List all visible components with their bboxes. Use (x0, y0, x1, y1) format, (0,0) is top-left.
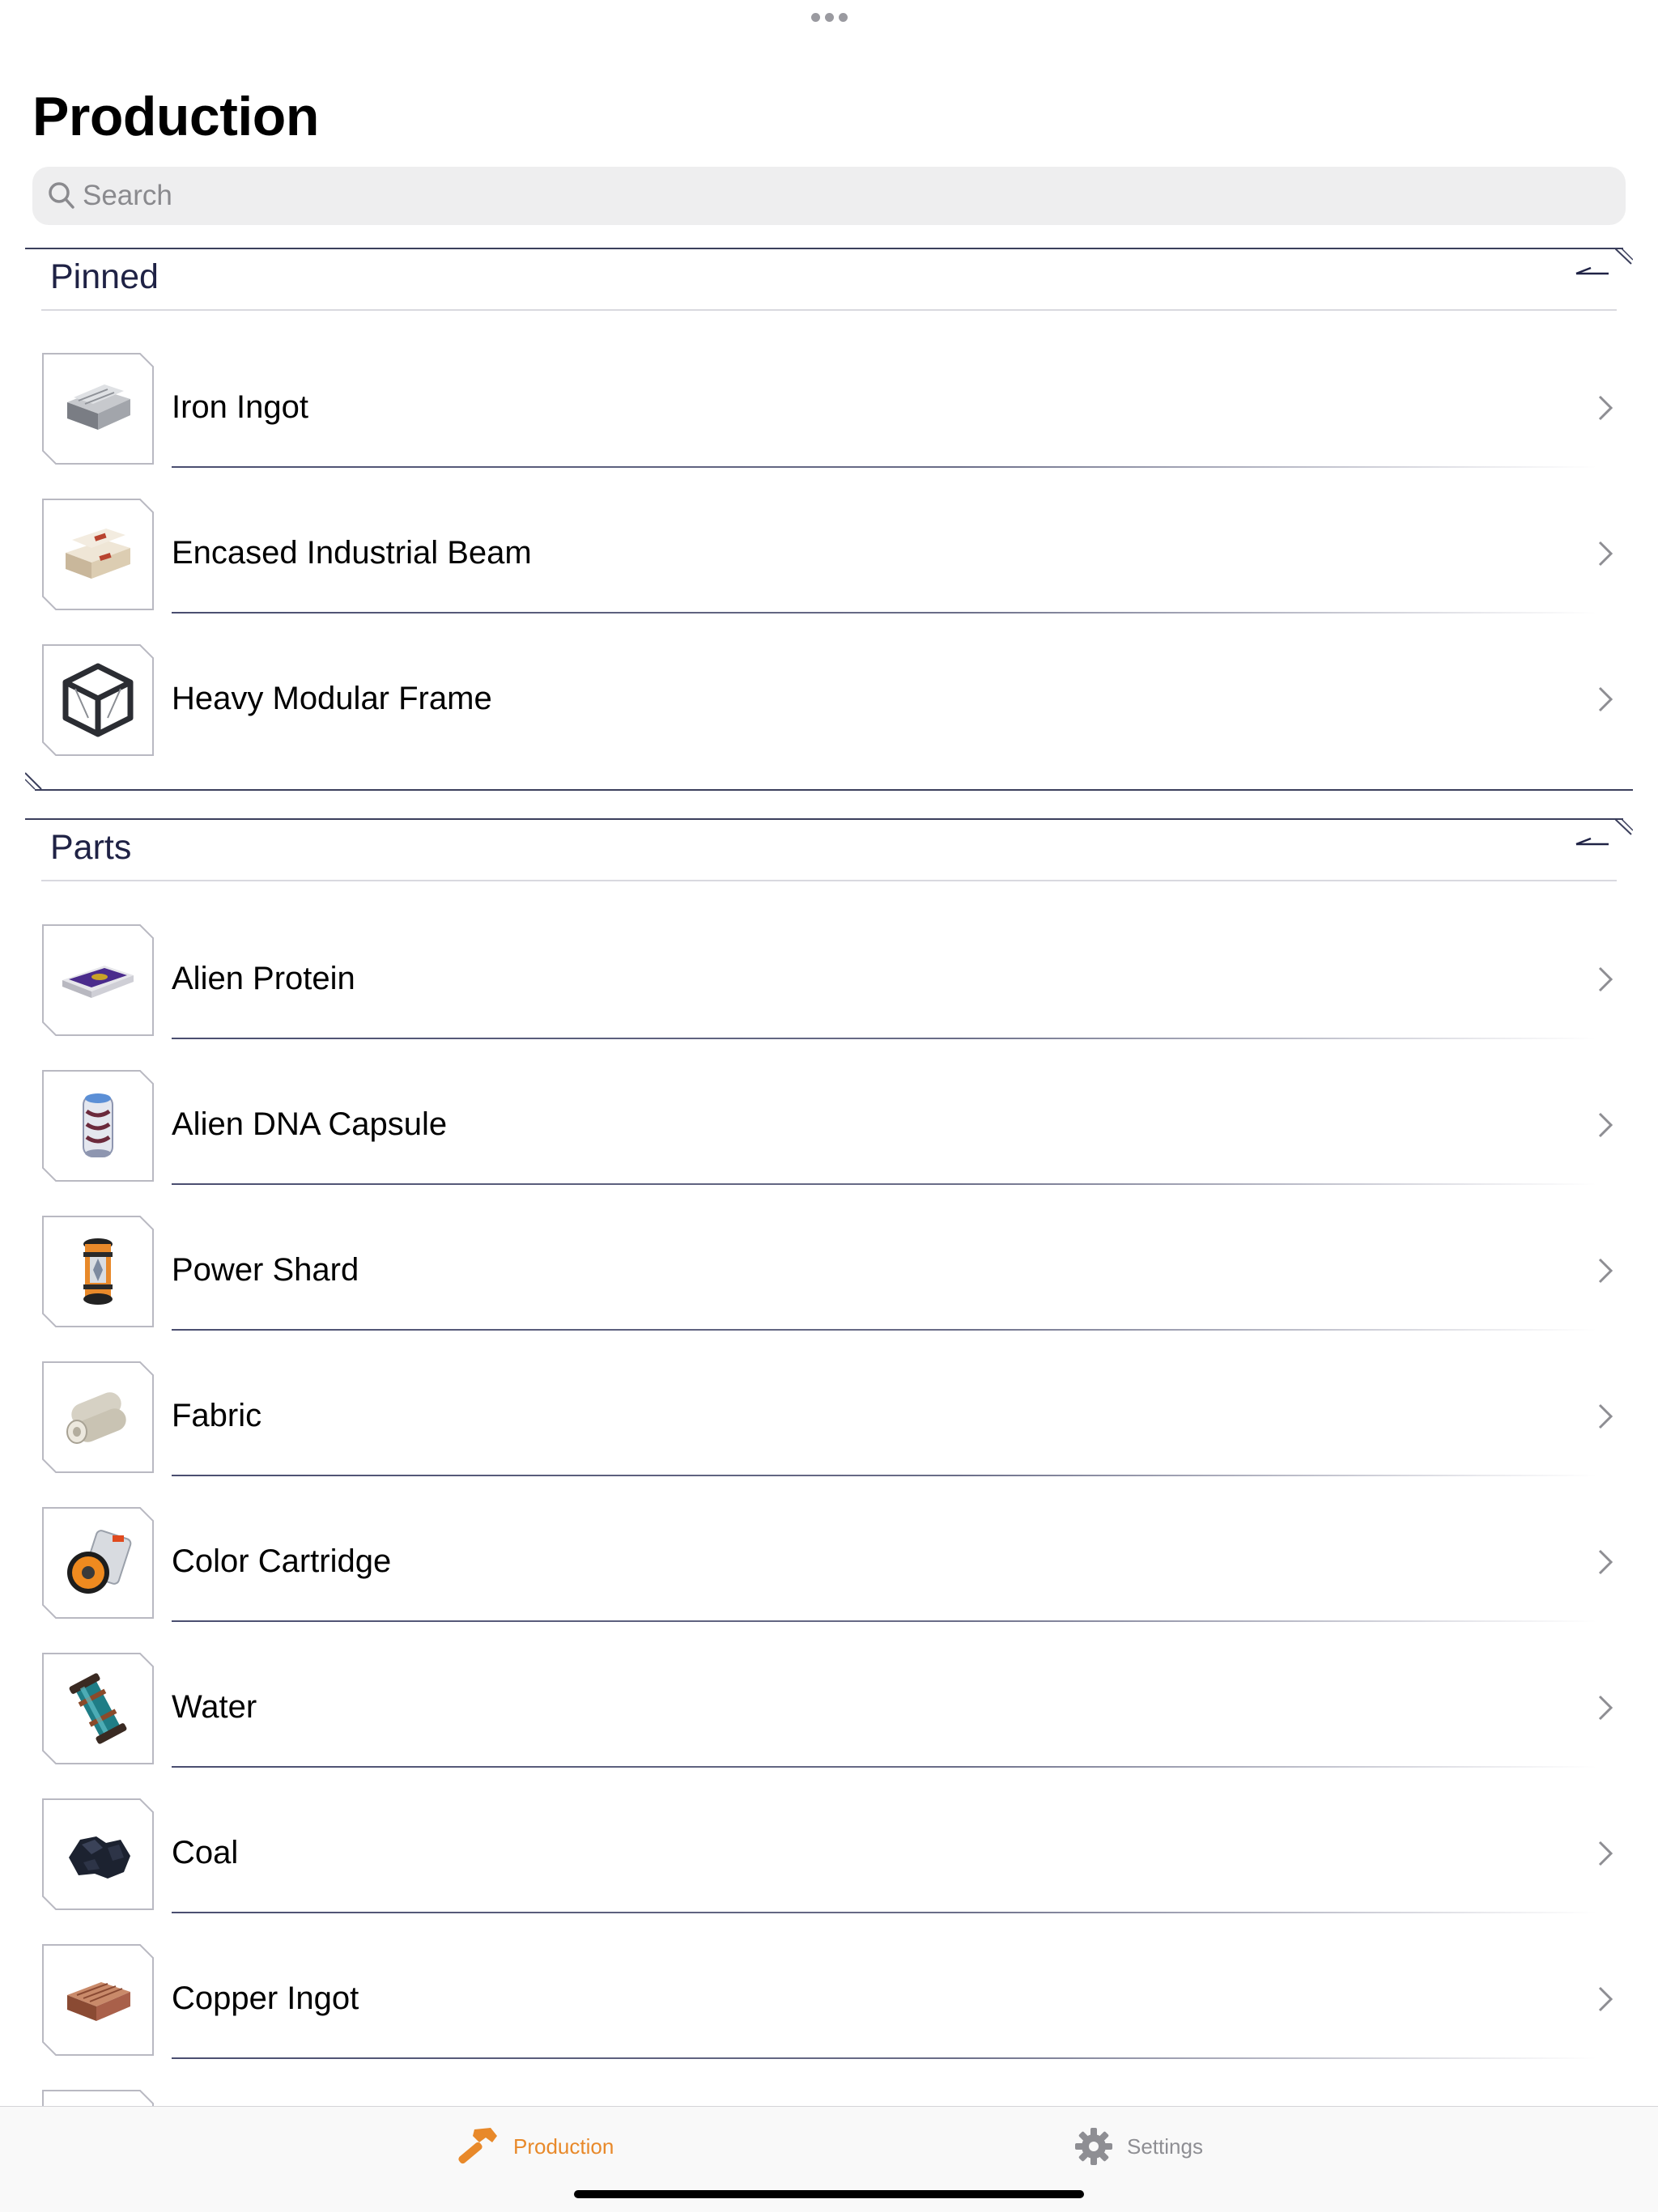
list-item-label: Alien Protein (172, 961, 355, 996)
thumbnail (41, 1361, 155, 1474)
thumbnail (41, 1652, 155, 1765)
row-divider (172, 1766, 1596, 1768)
list-item[interactable]: Power Shard (0, 1215, 1658, 1361)
list-item-label: Color Cartridge (172, 1543, 392, 1579)
row-divider (172, 1038, 1596, 1039)
chevron-right-icon (1598, 1841, 1613, 1866)
tab-label: Production (513, 2134, 614, 2159)
row-divider (172, 612, 1596, 614)
chevron-right-icon (1598, 395, 1613, 421)
list-item-label: Power Shard (172, 1252, 359, 1288)
list-item-label: Encased Industrial Beam (172, 535, 532, 571)
list-item[interactable]: Alien DNA Capsule (0, 1069, 1658, 1215)
tab-label: Settings (1127, 2134, 1203, 2159)
chevron-right-icon (1598, 541, 1613, 567)
gear-icon (1075, 2128, 1112, 2165)
heavy-modular-frame-icon (62, 663, 134, 737)
chevron-right-icon (1598, 1112, 1613, 1138)
alien-dna-capsule-icon (83, 1093, 113, 1157)
section-title: Pinned (50, 257, 159, 296)
chevron-right-icon (1598, 686, 1613, 712)
row-divider (172, 1183, 1596, 1185)
list-item-label: Heavy Modular Frame (172, 681, 492, 716)
power-shard-icon (83, 1238, 113, 1305)
chevron-right-icon (1598, 1986, 1613, 2012)
thumbnail (41, 923, 155, 1037)
list-item-label: Iron Ingot (172, 389, 309, 425)
corner-bevel-icon (1615, 818, 1633, 835)
section-title: Parts (50, 828, 132, 867)
list-item-label: Copper Ingot (172, 1981, 359, 2016)
section-divider (25, 818, 1623, 820)
thumbnail (41, 1215, 155, 1328)
thumbnail (41, 498, 155, 611)
list-item[interactable]: Encased Industrial Beam (0, 498, 1658, 643)
section-header-parts[interactable]: Parts (25, 818, 1633, 881)
list-item-label: Water (172, 1689, 257, 1725)
row-divider (172, 1620, 1596, 1622)
section-header-underline (41, 880, 1617, 881)
row-divider (172, 2057, 1596, 2059)
search-icon (49, 182, 74, 209)
list-item[interactable]: Alien Protein (0, 923, 1658, 1069)
thumbnail (41, 1069, 155, 1182)
search-input[interactable]: Search (32, 167, 1626, 225)
chevron-right-icon (1598, 1695, 1613, 1721)
list-item[interactable]: Color Cartridge (0, 1506, 1658, 1652)
thumbnail (41, 1943, 155, 2057)
chevron-right-icon (1598, 1258, 1613, 1284)
water-icon (69, 1673, 127, 1744)
thumbnail (41, 1798, 155, 1911)
search-placeholder: Search (83, 180, 172, 211)
multitasking-dots-icon[interactable] (0, 11, 1658, 26)
encased-industrial-beam-icon (66, 529, 130, 579)
list-item-partial (0, 2089, 1658, 2106)
thumbnail (41, 2089, 155, 2106)
thumbnail (41, 1506, 155, 1620)
chevron-right-icon (1598, 1549, 1613, 1575)
collapse-icon[interactable] (1575, 264, 1610, 280)
thumbnail (41, 643, 155, 757)
chevron-right-icon (1598, 1403, 1613, 1429)
fabric-icon (66, 1392, 126, 1444)
thumbnail (41, 352, 155, 465)
coal-icon (69, 1836, 130, 1879)
alien-protein-icon (62, 966, 134, 998)
corner-bevel-icon (1615, 248, 1633, 265)
iron-ingot-icon (67, 384, 130, 430)
list-item-label: Alien DNA Capsule (172, 1106, 448, 1142)
list-item-label: Fabric (172, 1398, 262, 1433)
tab-production[interactable]: Production (452, 2125, 646, 2170)
chevron-right-icon (1598, 966, 1613, 992)
tab-settings[interactable]: Settings (1073, 2125, 1235, 2170)
collapse-icon[interactable] (1575, 834, 1610, 851)
color-cartridge-icon (67, 1530, 132, 1594)
page-title: Production (32, 86, 319, 147)
copper-ingot-icon (67, 1982, 130, 2021)
list-item[interactable]: Water (0, 1652, 1658, 1798)
list-item[interactable]: Fabric (0, 1361, 1658, 1506)
section-divider (25, 248, 1623, 249)
row-divider (172, 1329, 1596, 1331)
list-item-label: Coal (172, 1835, 239, 1870)
row-divider (172, 466, 1596, 468)
list-item[interactable]: Coal (0, 1798, 1658, 1943)
section-footer (25, 771, 1633, 791)
row-divider (172, 1475, 1596, 1476)
list-item[interactable]: Heavy Modular Frame (0, 643, 1658, 789)
home-indicator[interactable] (574, 2190, 1084, 2198)
section-header-underline (41, 309, 1617, 311)
row-divider (172, 1912, 1596, 1913)
list-item[interactable]: Copper Ingot (0, 1943, 1658, 2089)
list-item[interactable]: Iron Ingot (0, 352, 1658, 498)
section-header-pinned[interactable]: Pinned (25, 248, 1633, 311)
hammer-icon (458, 2128, 497, 2164)
